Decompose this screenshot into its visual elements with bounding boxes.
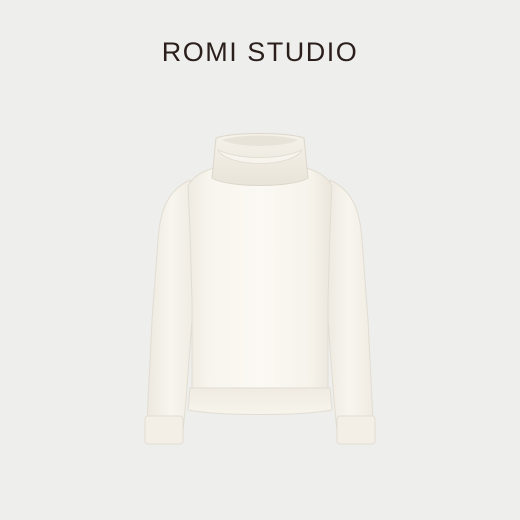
hem-rib bbox=[187, 387, 333, 415]
left-cuff bbox=[144, 415, 184, 445]
product-card: ROMI STUDIO bbox=[0, 0, 520, 520]
sweater-body bbox=[187, 167, 333, 393]
turtleneck-sweater-image bbox=[144, 133, 376, 445]
right-cuff bbox=[336, 415, 376, 445]
